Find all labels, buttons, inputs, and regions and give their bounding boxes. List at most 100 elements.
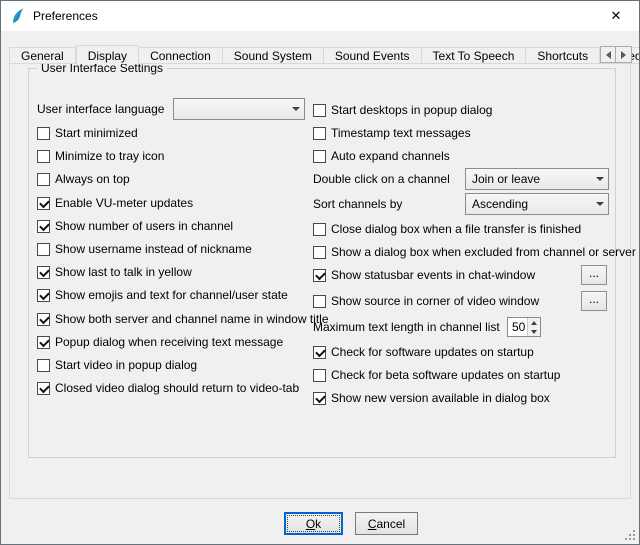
spin-up-button[interactable] bbox=[528, 318, 540, 327]
checkbox-dialog-on-excluded[interactable]: Show a dialog box when excluded from cha… bbox=[313, 243, 636, 261]
double-click-selected-value: Join or leave bbox=[472, 172, 540, 186]
checkbox-box[interactable] bbox=[313, 392, 326, 405]
tab-connection[interactable]: Connection bbox=[139, 47, 223, 64]
user-interface-settings-group: User Interface Settings User interface l… bbox=[28, 68, 616, 458]
checkbox-start-minimized[interactable]: Start minimized bbox=[37, 124, 138, 142]
tab-bar: General Display Connection Sound System … bbox=[9, 45, 631, 64]
checkbox-check-updates[interactable]: Check for software updates on startup bbox=[313, 343, 534, 361]
checkbox-server-channel-in-title[interactable]: Show both server and channel name in win… bbox=[37, 310, 329, 328]
ok-label-mnemonic: O bbox=[306, 517, 315, 531]
tab-display[interactable]: Display bbox=[76, 45, 139, 64]
checkbox-always-on-top[interactable]: Always on top bbox=[37, 170, 130, 188]
checkbox-timestamp-messages[interactable]: Timestamp text messages bbox=[313, 124, 471, 142]
spin-down-button[interactable] bbox=[528, 327, 540, 336]
checkbox-box[interactable] bbox=[313, 246, 326, 259]
checkbox-statusbar-events[interactable]: Show statusbar events in chat-window bbox=[313, 266, 535, 284]
checkbox-box[interactable] bbox=[313, 269, 326, 282]
checkbox-label: Popup dialog when receiving text message bbox=[55, 335, 283, 349]
checkbox-check-beta-updates[interactable]: Check for beta software updates on start… bbox=[313, 366, 560, 384]
checkbox-label: Minimize to tray icon bbox=[55, 149, 164, 163]
checkbox-box[interactable] bbox=[37, 173, 50, 186]
checkbox-show-username[interactable]: Show username instead of nickname bbox=[37, 240, 252, 258]
tab-sound-system[interactable]: Sound System bbox=[223, 47, 324, 64]
checkbox-show-user-count[interactable]: Show number of users in channel bbox=[37, 217, 233, 235]
window-title: Preferences bbox=[33, 9, 98, 23]
checkbox-box[interactable] bbox=[313, 223, 326, 236]
cancel-label-rest: ancel bbox=[376, 517, 405, 531]
checkbox-emojis-text-state[interactable]: Show emojis and text for channel/user st… bbox=[37, 286, 288, 304]
checkbox-closed-video-return[interactable]: Closed video dialog should return to vid… bbox=[37, 379, 299, 397]
tab-sound-events[interactable]: Sound Events bbox=[324, 47, 422, 64]
checkbox-label: Show a dialog box when excluded from cha… bbox=[331, 245, 636, 259]
tab-general[interactable]: General bbox=[9, 47, 76, 64]
select-double-click-action[interactable]: Join or leave bbox=[465, 168, 609, 190]
checkbox-label: Check for software updates on startup bbox=[331, 345, 534, 359]
checkbox-video-source-corner[interactable]: Show source in corner of video window bbox=[313, 292, 539, 310]
chevron-down-icon bbox=[591, 194, 608, 214]
checkbox-label: Timestamp text messages bbox=[331, 126, 471, 140]
language-select[interactable] bbox=[173, 98, 305, 120]
arrow-left-icon bbox=[606, 51, 611, 59]
checkbox-label: Enable VU-meter updates bbox=[55, 196, 193, 210]
checkbox-box[interactable] bbox=[313, 295, 326, 308]
close-button[interactable]: ✕ bbox=[593, 1, 639, 31]
checkbox-box[interactable] bbox=[37, 266, 50, 279]
checkbox-start-video-popup[interactable]: Start video in popup dialog bbox=[37, 356, 197, 374]
select-sort-channels[interactable]: Ascending bbox=[465, 193, 609, 215]
arrow-down-icon bbox=[531, 330, 537, 334]
checkbox-box[interactable] bbox=[313, 369, 326, 382]
checkbox-box[interactable] bbox=[37, 220, 50, 233]
sort-channels-selected-value: Ascending bbox=[472, 197, 528, 211]
tab-text-to-speech[interactable]: Text To Speech bbox=[422, 47, 527, 64]
language-label: User interface language bbox=[37, 102, 164, 116]
checkbox-popup-on-text-message[interactable]: Popup dialog when receiving text message bbox=[37, 333, 283, 351]
tab-scrollers bbox=[600, 46, 632, 63]
checkbox-label: Show last to talk in yellow bbox=[55, 265, 192, 279]
tab-shortcuts[interactable]: Shortcuts bbox=[526, 47, 600, 64]
checkbox-box[interactable] bbox=[313, 346, 326, 359]
checkbox-box[interactable] bbox=[37, 336, 50, 349]
title-bar[interactable]: Preferences ✕ bbox=[1, 1, 639, 31]
checkbox-show-new-version-dialog[interactable]: Show new version available in dialog box bbox=[313, 389, 550, 407]
checkbox-label: Start desktops in popup dialog bbox=[331, 103, 492, 117]
arrow-up-icon bbox=[531, 321, 537, 325]
arrow-right-icon bbox=[621, 51, 626, 59]
checkbox-box[interactable] bbox=[37, 289, 50, 302]
checkbox-start-desktops-popup[interactable]: Start desktops in popup dialog bbox=[313, 101, 492, 119]
checkbox-box[interactable] bbox=[37, 382, 50, 395]
checkbox-label: Show statusbar events in chat-window bbox=[331, 268, 535, 282]
sort-channels-label: Sort channels by bbox=[313, 197, 402, 211]
checkbox-label: Show new version available in dialog box bbox=[331, 391, 550, 405]
checkbox-vu-meter-updates[interactable]: Enable VU-meter updates bbox=[37, 194, 193, 212]
checkbox-box[interactable] bbox=[37, 197, 50, 210]
statusbar-events-more-button[interactable]: ... bbox=[581, 265, 607, 285]
checkbox-box[interactable] bbox=[313, 150, 326, 163]
checkbox-label: Auto expand channels bbox=[331, 149, 450, 163]
checkbox-label: Show number of users in channel bbox=[55, 219, 233, 233]
tab-scroll-right-button[interactable] bbox=[616, 46, 632, 63]
video-source-more-button[interactable]: ... bbox=[581, 291, 607, 311]
spinner-value[interactable]: 50 bbox=[508, 318, 527, 336]
checkbox-box[interactable] bbox=[37, 243, 50, 256]
checkbox-box[interactable] bbox=[313, 104, 326, 117]
ok-label-rest: k bbox=[315, 517, 321, 531]
checkbox-box[interactable] bbox=[37, 127, 50, 140]
checkbox-box[interactable] bbox=[37, 359, 50, 372]
tab-scroll-left-button[interactable] bbox=[600, 46, 616, 63]
checkbox-last-to-talk-yellow[interactable]: Show last to talk in yellow bbox=[37, 263, 192, 281]
checkbox-minimize-to-tray[interactable]: Minimize to tray icon bbox=[37, 147, 164, 165]
cancel-button[interactable]: Cancel bbox=[355, 512, 418, 535]
checkbox-close-on-transfer-finished[interactable]: Close dialog box when a file transfer is… bbox=[313, 220, 581, 238]
ok-button[interactable]: Ok bbox=[284, 512, 343, 535]
max-text-length-spinner[interactable]: 50 bbox=[507, 317, 541, 337]
checkbox-box[interactable] bbox=[37, 150, 50, 163]
resize-grip[interactable] bbox=[623, 528, 637, 542]
checkbox-label: Show emojis and text for channel/user st… bbox=[55, 288, 288, 302]
checkbox-box[interactable] bbox=[37, 313, 50, 326]
checkbox-auto-expand-channels[interactable]: Auto expand channels bbox=[313, 147, 450, 165]
preferences-window: Preferences ✕ General Display Connection… bbox=[0, 0, 640, 545]
spinner-arrows bbox=[527, 318, 540, 336]
checkbox-box[interactable] bbox=[313, 127, 326, 140]
language-label-row: User interface language bbox=[37, 100, 164, 118]
display-tab-pane: User Interface Settings User interface l… bbox=[9, 63, 631, 499]
